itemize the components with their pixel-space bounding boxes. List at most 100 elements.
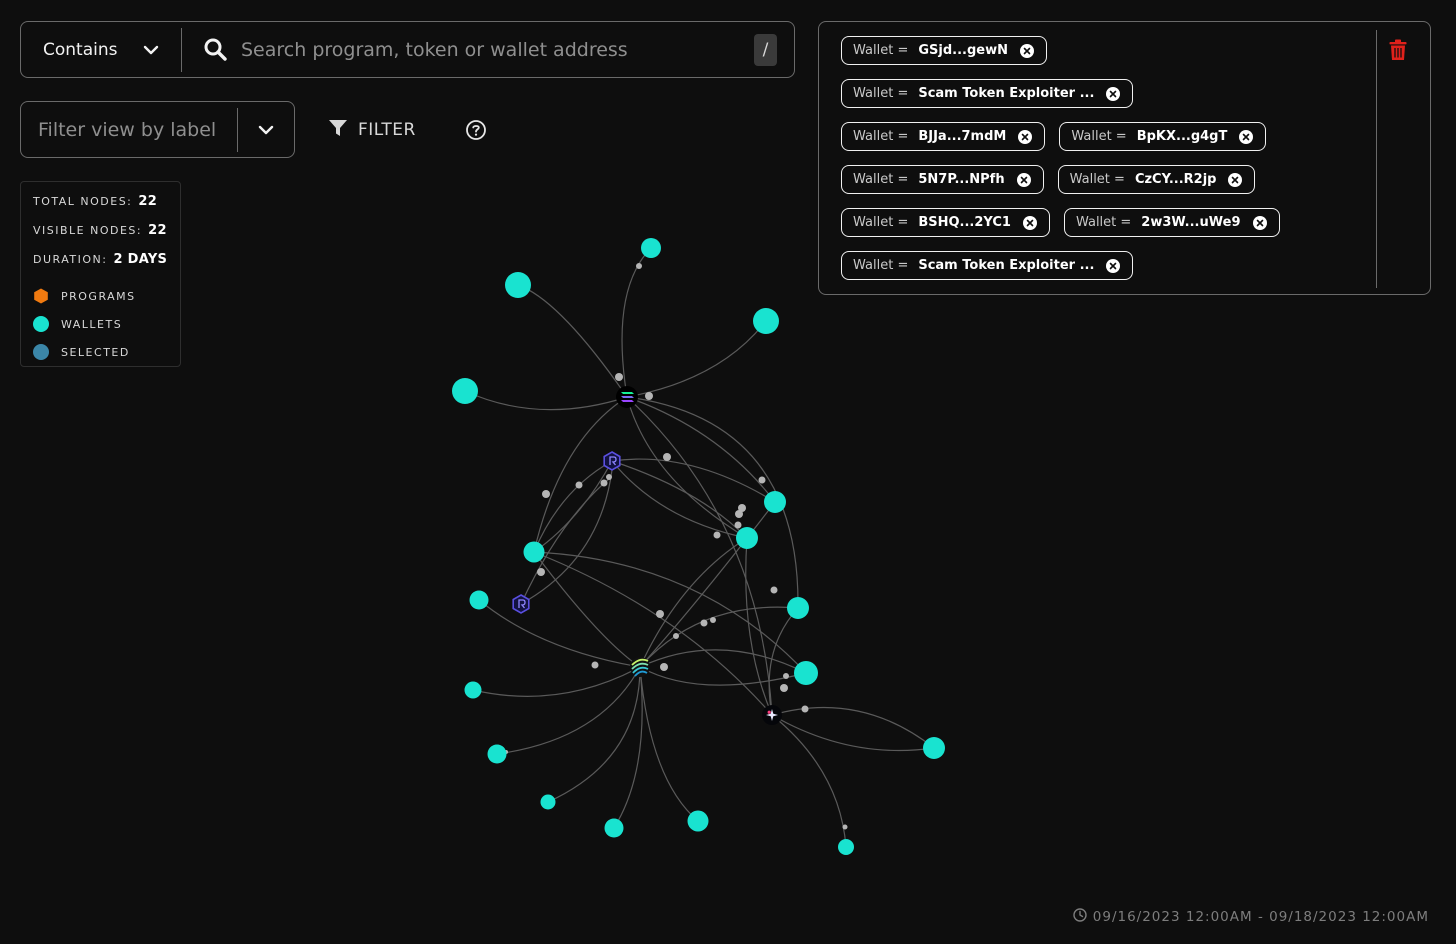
wallet-filter-chip[interactable]: Wallet = GSjd...gewN <box>841 36 1047 65</box>
duration-value: 2 DAYS <box>113 252 168 267</box>
filter-chip-row: Wallet = 5N7P...NPfh Wallet = CzCY...R2j… <box>841 165 1256 194</box>
edge-marker <box>770 586 778 594</box>
circle-icon <box>33 316 49 332</box>
wallet-nodes <box>452 238 945 855</box>
date-range: 09/16/2023 12:00AM - 09/18/2023 12:00AM <box>1073 908 1429 926</box>
wallet-node[interactable] <box>764 491 786 513</box>
visible-nodes-value: 22 <box>148 223 167 238</box>
search-mode-select[interactable]: Contains <box>21 22 181 77</box>
chip-value: 5N7P...NPfh <box>918 172 1005 187</box>
edge-markers <box>504 263 848 830</box>
chip-value: 2w3W...uWe9 <box>1141 215 1241 230</box>
edge-marker <box>713 531 721 539</box>
wallet-filter-chip[interactable]: Wallet = BJJa...7mdM <box>841 122 1046 151</box>
wallet-node[interactable] <box>523 541 545 563</box>
graph-edge <box>533 460 613 553</box>
chip-value: BpKX...g4gT <box>1136 129 1228 144</box>
wallet-node[interactable] <box>452 378 478 404</box>
wallet-filter-chip[interactable]: Wallet = 5N7P...NPfh <box>841 165 1044 194</box>
close-icon[interactable] <box>1018 129 1033 144</box>
chip-key: Wallet = <box>853 86 909 101</box>
wallet-node[interactable] <box>753 308 779 334</box>
graph-edge <box>771 714 935 752</box>
trash-icon[interactable] <box>1389 39 1407 61</box>
search-icon <box>204 38 227 61</box>
edge-marker <box>673 633 679 639</box>
close-icon[interactable] <box>1106 258 1121 273</box>
wallet-node[interactable] <box>787 597 809 619</box>
edge-marker <box>663 453 671 461</box>
chevron-down-icon[interactable] <box>238 125 294 135</box>
wallet-node[interactable] <box>838 839 854 855</box>
wallet-node[interactable] <box>464 681 482 699</box>
filter-chip-row: Wallet = Scam Token Exploiter ... <box>841 251 1134 280</box>
shortcut-key-badge: / <box>754 33 777 66</box>
close-icon[interactable] <box>1019 43 1034 58</box>
legend-programs-label: PROGRAMS <box>61 289 136 303</box>
chevron-down-icon <box>143 40 159 60</box>
edge-marker <box>783 673 789 679</box>
graph-edge <box>464 390 628 411</box>
edge-marker <box>591 661 599 669</box>
wallet-node[interactable] <box>487 744 507 764</box>
edge-marker <box>606 474 612 480</box>
graph-edge <box>611 460 748 539</box>
striped-logo-icon[interactable] <box>762 705 782 725</box>
graph-edge <box>478 599 641 668</box>
search-input[interactable] <box>239 37 754 62</box>
wallet-filter-chip[interactable]: Wallet = BSHQ...2YC1 <box>841 208 1050 237</box>
help-icon[interactable] <box>465 119 487 141</box>
edge-marker <box>575 481 583 489</box>
graph-edge <box>472 666 641 697</box>
legend-wallets-label: WALLETS <box>61 317 123 331</box>
wallet-filter-chip[interactable]: Wallet = Scam Token Exploiter ... <box>841 79 1134 108</box>
close-icon[interactable] <box>1252 215 1267 230</box>
wallet-node[interactable] <box>736 527 758 549</box>
edge-marker <box>735 510 743 518</box>
wallet-filter-chip[interactable]: Wallet = CzCY...R2jp <box>1057 165 1256 194</box>
edge-marker <box>537 568 545 576</box>
wallet-node[interactable] <box>641 238 661 258</box>
solana-logo-icon[interactable] <box>616 386 638 408</box>
divider <box>1376 30 1377 288</box>
graph-stats-panel: TOTAL NODES: 22 VISIBLE NODES: 22 DURATI… <box>20 181 181 367</box>
jupiter-logo-icon[interactable] <box>630 657 650 677</box>
edge-marker <box>842 824 848 830</box>
wallet-node[interactable] <box>923 737 945 759</box>
graph-edge <box>533 551 773 716</box>
graph-edge <box>626 320 767 398</box>
graph-edge <box>639 537 748 668</box>
graph-edge <box>611 460 748 539</box>
raydium-logo-icon[interactable] <box>603 451 621 471</box>
raydium-logo-icon[interactable] <box>512 594 530 614</box>
wallet-node[interactable] <box>687 810 709 832</box>
wallet-node[interactable] <box>540 794 556 810</box>
graph-edge <box>517 284 628 398</box>
legend-selected: SELECTED <box>33 338 180 366</box>
graph-edge <box>613 666 643 829</box>
edge-marker <box>780 684 788 692</box>
filter-button[interactable]: FILTER <box>328 116 416 144</box>
wallet-filter-chip[interactable]: Wallet = Scam Token Exploiter ... <box>841 251 1134 280</box>
edge-marker <box>636 263 642 269</box>
wallet-node[interactable] <box>794 661 818 685</box>
wallet-node[interactable] <box>505 272 531 298</box>
chip-value: Scam Token Exploiter ... <box>918 258 1095 273</box>
label-filter-input[interactable] <box>21 102 237 157</box>
close-icon[interactable] <box>1228 172 1243 187</box>
wallet-filter-chip[interactable]: Wallet = BpKX...g4gT <box>1059 122 1267 151</box>
close-icon[interactable] <box>1106 86 1121 101</box>
graph-edge <box>639 666 699 822</box>
chip-key: Wallet = <box>1069 172 1125 187</box>
wallet-node[interactable] <box>604 818 624 838</box>
chip-key: Wallet = <box>853 43 909 58</box>
close-icon[interactable] <box>1239 129 1254 144</box>
wallet-filter-chip[interactable]: Wallet = 2w3W...uWe9 <box>1063 208 1280 237</box>
wallet-node[interactable] <box>469 590 489 610</box>
graph-edge <box>520 477 611 605</box>
visible-nodes-stat: VISIBLE NODES: 22 <box>33 223 180 253</box>
clock-icon <box>1073 908 1087 926</box>
edge-marker <box>645 392 653 400</box>
close-icon[interactable] <box>1022 215 1037 230</box>
close-icon[interactable] <box>1016 172 1031 187</box>
